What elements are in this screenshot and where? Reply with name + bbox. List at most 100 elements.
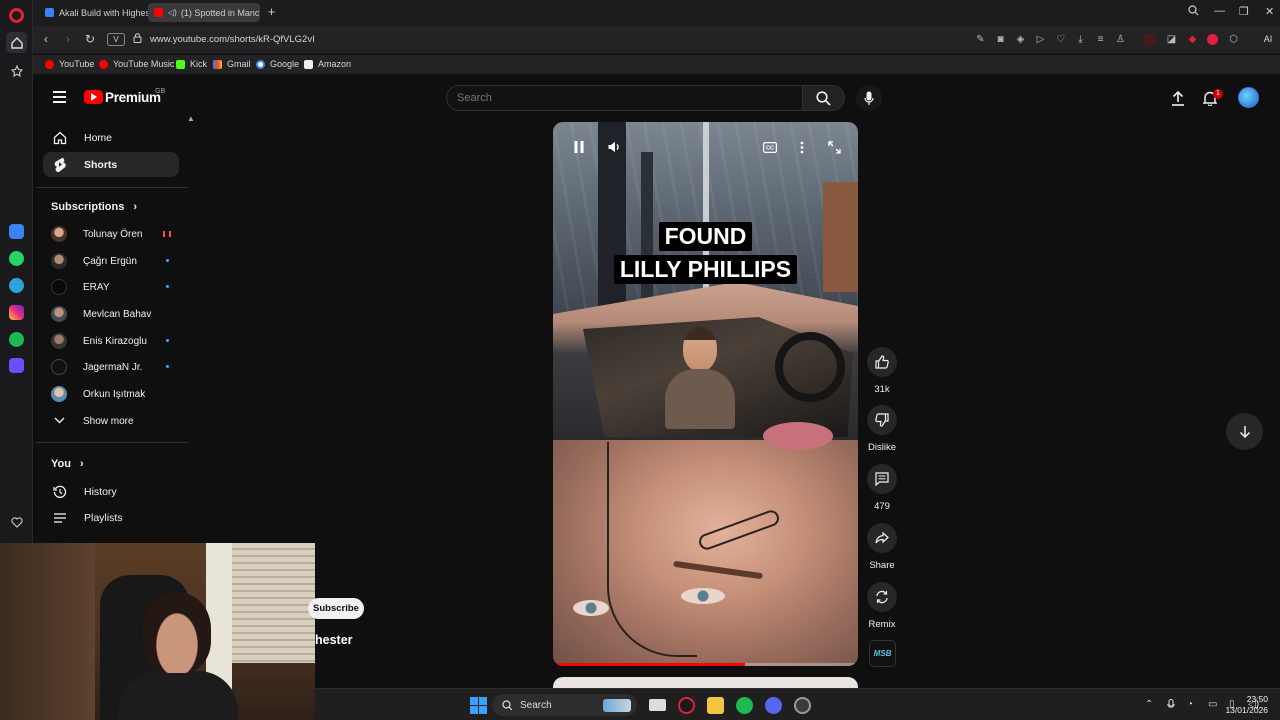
instagram-icon[interactable] <box>9 305 24 320</box>
minimize-button[interactable]: — <box>1214 5 1225 17</box>
captions-button[interactable]: CC <box>762 139 778 155</box>
telegram-icon[interactable] <box>9 278 24 293</box>
remix-button[interactable]: Remix <box>862 582 902 630</box>
subscription-item[interactable]: Mevlcan Bahav <box>43 304 179 324</box>
restore-button[interactable]: ❐ <box>1239 5 1249 18</box>
audio-thumbnail[interactable]: MSB <box>869 640 896 667</box>
short-title-fragment[interactable]: hester <box>315 633 353 647</box>
caption-text: FOUND <box>658 222 753 251</box>
voice-search-button[interactable] <box>856 85 882 111</box>
comments-button[interactable]: 479 <box>862 464 902 512</box>
bookmark-google[interactable]: Google <box>256 59 299 69</box>
steam-taskbar-icon[interactable] <box>794 697 811 714</box>
guide-item-history[interactable]: History <box>43 479 179 504</box>
youtube-logo-icon[interactable] <box>84 90 103 104</box>
subscription-item[interactable]: Orkun Işıtmak <box>43 384 179 404</box>
taskbar-search[interactable]: Search <box>492 694 637 716</box>
search-tabs-icon[interactable] <box>1188 5 1199 19</box>
new-tab-button[interactable]: + <box>265 5 278 18</box>
download-icon[interactable]: ⤓ <box>1075 34 1086 45</box>
home-icon[interactable] <box>6 32 27 53</box>
extension-icon[interactable]: ◆ <box>1187 34 1198 45</box>
show-more-button[interactable]: Show more <box>43 411 179 431</box>
opera-gx-taskbar-icon[interactable] <box>678 697 695 714</box>
taskbar-clock[interactable]: 23:50 13/01/2026 <box>1225 694 1268 716</box>
tray-overflow-icon[interactable]: ⌃ <box>1145 699 1153 710</box>
more-options-button[interactable] <box>794 139 810 155</box>
subscription-item[interactable]: Tolunay Ören <box>43 224 179 244</box>
extension-icon[interactable] <box>1207 34 1218 45</box>
dislike-button[interactable]: Dislike <box>862 405 902 453</box>
guide-item-playlists[interactable]: Playlists <box>43 505 179 530</box>
menu-lines-icon[interactable]: ≡ <box>1095 34 1106 45</box>
extension-icon[interactable]: ◪ <box>1166 34 1177 45</box>
you-heading[interactable]: You › <box>51 458 84 470</box>
microphone-tray-icon[interactable] <box>1167 699 1175 713</box>
bookmark-amazon[interactable]: Amazon <box>304 59 351 69</box>
fullscreen-button[interactable] <box>826 139 842 155</box>
volume-button[interactable] <box>607 139 623 155</box>
camera-icon[interactable]: ◙ <box>995 34 1006 45</box>
pinboard-icon[interactable] <box>6 60 27 81</box>
search-box[interactable] <box>446 85 803 111</box>
play-icon[interactable]: ▷ <box>1035 34 1046 45</box>
subscription-item[interactable]: JagermaN Jr. <box>43 357 179 377</box>
account-avatar[interactable] <box>1238 87 1259 108</box>
subscriptions-heading[interactable]: Subscriptions › <box>51 201 137 213</box>
file-explorer-icon[interactable] <box>707 697 724 714</box>
bookmark-gmail[interactable]: Gmail <box>213 59 251 69</box>
task-view-icon[interactable] <box>649 699 666 711</box>
extensions-cube-icon[interactable]: ⬡ <box>1228 34 1239 45</box>
url-text[interactable]: www.youtube.com/shorts/kR-QfVLG2vI <box>150 34 315 45</box>
speaker-icon[interactable]: ◁) <box>168 8 177 17</box>
like-count: 31k <box>874 384 890 395</box>
search-button[interactable] <box>803 85 845 111</box>
shorts-video-player[interactable]: FOUND LILLY PHILLIPS CC <box>553 122 858 666</box>
profile-icon[interactable]: ♙ <box>1115 34 1126 45</box>
heart-icon[interactable] <box>6 512 27 533</box>
opera-logo-icon[interactable] <box>9 8 24 23</box>
subscription-item[interactable]: Çağrı Ergün <box>43 251 179 271</box>
spotify-taskbar-icon[interactable] <box>736 697 753 714</box>
lock-icon[interactable] <box>130 33 144 46</box>
next-short-button[interactable] <box>1226 413 1263 450</box>
extension-icon[interactable] <box>1144 34 1155 45</box>
guide-item-home[interactable]: Home <box>43 125 179 150</box>
wifi-tray-icon[interactable]: ◔ <box>1187 699 1193 710</box>
brand-label[interactable]: Premium <box>105 90 161 105</box>
back-icon[interactable]: ‹ <box>39 32 53 46</box>
bookmark-youtube[interactable]: YouTube <box>45 59 94 69</box>
spotify-icon[interactable] <box>9 332 24 347</box>
bookmark-kick[interactable]: Kick <box>176 59 207 69</box>
tab-akali[interactable]: Akali Build with Highest V <box>39 3 149 22</box>
guide-scroll-up-icon[interactable]: ▲ <box>187 114 195 123</box>
player-icon[interactable] <box>9 358 24 373</box>
discord-taskbar-icon[interactable] <box>765 697 782 714</box>
like-button[interactable]: 31k <box>862 347 902 395</box>
reload-icon[interactable]: ↻ <box>83 32 97 46</box>
whatsapp-icon[interactable] <box>9 251 24 266</box>
pause-button[interactable] <box>571 139 587 155</box>
messenger-icon[interactable] <box>9 224 24 239</box>
share-button[interactable]: Share <box>862 523 902 571</box>
guide-item-shorts[interactable]: Shorts <box>43 152 179 177</box>
upload-button[interactable] <box>1169 89 1187 107</box>
guide-menu-icon[interactable] <box>53 91 66 106</box>
windows-start-icon[interactable] <box>470 697 487 714</box>
subscription-item[interactable]: Enis Kirazoglu <box>43 331 179 351</box>
search-input[interactable] <box>447 86 802 110</box>
subscription-item[interactable]: ERAY <box>43 277 179 297</box>
tab-spotted[interactable]: ◁) (1) Spotted in Manche <box>148 3 260 22</box>
edit-icon[interactable]: ✎ <box>975 34 986 45</box>
svg-text:CC: CC <box>766 145 774 151</box>
subscribe-button[interactable]: Subscribe <box>308 598 364 619</box>
display-tray-icon[interactable]: ▭ <box>1208 699 1217 710</box>
bookmark-youtube-music[interactable]: YouTube Music <box>99 59 174 69</box>
video-progress-bar[interactable] <box>553 663 858 666</box>
close-button[interactable]: ✕ <box>1265 5 1274 18</box>
heart-outline-icon[interactable]: ♡ <box>1055 34 1066 45</box>
extension-badge[interactable]: V <box>107 33 125 46</box>
forward-icon[interactable]: › <box>61 32 75 46</box>
shield-icon[interactable]: ◈ <box>1015 34 1026 45</box>
ai-button[interactable]: AI <box>1255 34 1280 45</box>
